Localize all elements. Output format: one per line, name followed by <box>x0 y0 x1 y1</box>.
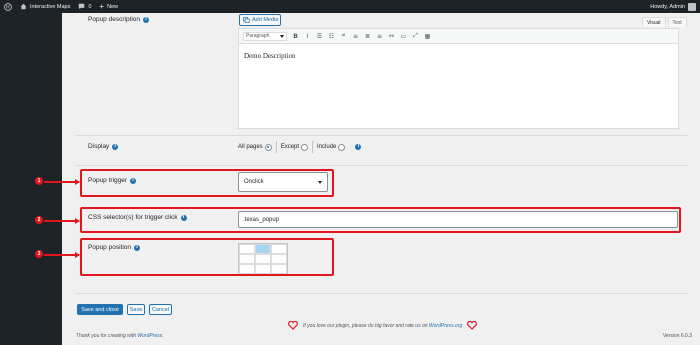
annotation-badge-2: 2 <box>35 216 43 224</box>
display-option-all-pages[interactable]: All pages <box>238 143 272 151</box>
rating-prompt: If you love our plugin, please do big fa… <box>288 321 478 330</box>
rating-text: If you love our plugin, please do big fa… <box>303 323 462 329</box>
radio-include[interactable] <box>338 143 346 151</box>
new-content-link[interactable]: + New <box>95 0 122 13</box>
align-left-icon[interactable]: ≡ <box>352 33 359 40</box>
align-right-icon[interactable]: ≡ <box>376 33 383 40</box>
add-media-button[interactable]: Add Media <box>239 14 281 26</box>
wordpress-logo-icon[interactable]: W <box>0 0 16 13</box>
info-icon[interactable]: i <box>355 144 362 150</box>
annotation-arrow <box>44 252 80 257</box>
wordpress-org-link[interactable]: WordPress.org <box>429 323 462 329</box>
display-option-label: All pages <box>238 144 263 150</box>
more-tag-icon[interactable]: ▭ <box>400 33 407 40</box>
save-button[interactable]: Save <box>127 304 145 315</box>
footer-thanks: Thank you for creating with WordPress. <box>76 333 164 339</box>
heart-icon <box>288 321 298 330</box>
description-row: Popup description i <box>88 16 150 23</box>
blockquote-icon[interactable]: ❝ <box>340 33 347 40</box>
comment-icon <box>79 3 85 10</box>
plus-icon: + <box>99 1 105 11</box>
save-and-close-button[interactable]: Save and close <box>77 304 123 315</box>
fullscreen-icon[interactable]: ⤢ <box>412 32 419 40</box>
tab-text[interactable]: Text <box>667 17 687 27</box>
description-editor: Paragraph B I ☰ ☷ ❝ ≡ ≣ ≡ ⚯ ▭ ⤢ ▦ Demo D… <box>238 28 679 129</box>
add-media-label: Add Media <box>252 17 279 23</box>
paragraph-format-value: Paragraph <box>246 33 270 39</box>
info-icon[interactable]: i <box>112 143 119 150</box>
radio-all-pages[interactable] <box>264 143 272 151</box>
comments-count: 0 <box>88 3 92 10</box>
svg-text:W: W <box>6 4 11 10</box>
cancel-button[interactable]: Cancel <box>149 304 172 315</box>
heart-icon <box>467 321 478 330</box>
editor-tabs: Visual Text <box>640 17 687 27</box>
comments-link[interactable]: 0 <box>74 0 95 13</box>
greeting: Howdy, Admin <box>650 3 685 10</box>
wordpress-link[interactable]: WordPress <box>137 333 162 339</box>
annotation-badge-3: 3 <box>35 250 43 258</box>
link-icon[interactable]: ⚯ <box>388 33 395 40</box>
divider <box>75 135 688 136</box>
footer-version: Version 6.0.3 <box>662 333 692 339</box>
divider <box>275 141 277 153</box>
site-name: Interactive Maps <box>30 3 71 10</box>
numbered-list-icon[interactable]: ☷ <box>328 33 335 40</box>
new-label: New <box>107 3 119 10</box>
admin-sidebar <box>0 13 62 345</box>
radio-except[interactable] <box>301 143 309 151</box>
display-option-label: Include <box>317 144 337 150</box>
highlight-box-trigger <box>80 169 334 197</box>
site-name-link[interactable]: Interactive Maps <box>16 0 74 13</box>
footer-thanks-prefix: Thank you for creating with <box>76 333 137 339</box>
italic-icon[interactable]: I <box>304 33 311 40</box>
display-row: Display i <box>88 143 119 150</box>
display-label: Display <box>88 143 110 150</box>
avatar <box>688 2 696 11</box>
highlight-box-selector <box>80 207 681 233</box>
paragraph-format-select[interactable]: Paragraph <box>243 31 287 41</box>
home-icon <box>20 3 27 10</box>
display-options: All pages Except Include i <box>238 140 362 154</box>
toolbar-toggle-icon[interactable]: ▦ <box>424 33 431 40</box>
annotation-arrow <box>44 218 80 223</box>
divider <box>75 293 688 294</box>
chevron-down-icon <box>280 34 284 38</box>
account-menu[interactable]: Howdy, Admin <box>646 0 700 13</box>
display-option-label: Except <box>280 144 300 150</box>
media-icon <box>243 17 250 23</box>
bulleted-list-icon[interactable]: ☰ <box>316 33 323 40</box>
admin-bar: W Interactive Maps 0 + New Howdy, Admin <box>0 0 700 13</box>
editor-toolbar: Paragraph B I ☰ ☷ ❝ ≡ ≣ ≡ ⚯ ▭ ⤢ ▦ <box>239 29 678 44</box>
description-label: Popup description <box>88 16 141 23</box>
divider <box>75 165 688 166</box>
highlight-box-position <box>80 238 334 276</box>
rating-prefix: If you love our plugin, please do big fa… <box>303 322 428 329</box>
info-icon[interactable]: i <box>143 16 150 23</box>
annotation-arrow <box>44 179 80 184</box>
bold-icon[interactable]: B <box>292 33 299 40</box>
display-option-except[interactable]: Except <box>280 143 309 151</box>
tab-visual[interactable]: Visual <box>642 17 666 27</box>
divider <box>312 141 314 153</box>
display-option-include[interactable]: Include <box>317 143 346 151</box>
annotation-badge-1: 1 <box>35 177 43 185</box>
editor-body[interactable]: Demo Description <box>239 44 678 68</box>
align-center-icon[interactable]: ≣ <box>364 33 371 40</box>
